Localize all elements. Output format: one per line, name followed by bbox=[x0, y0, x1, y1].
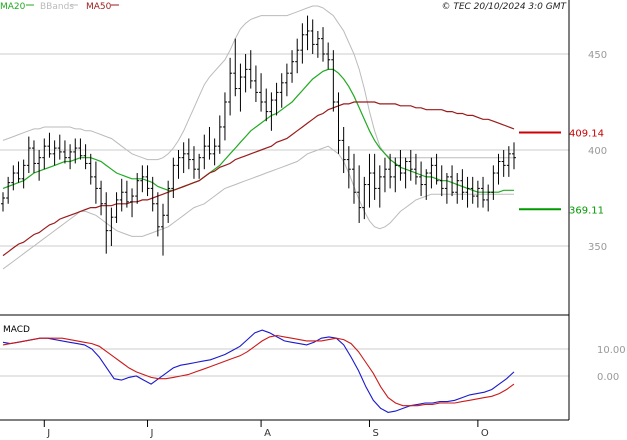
macd-tick-label: 0.00 bbox=[597, 372, 619, 383]
legend-ma50: MA50 bbox=[86, 2, 112, 12]
copyright-label: © TEC 20/10/2024 3:0 GMT bbox=[441, 2, 567, 12]
marker-label: 369.11 bbox=[569, 205, 604, 216]
price-tick-label: 450 bbox=[588, 50, 607, 61]
x-tick-label: J bbox=[150, 428, 154, 439]
legend-bbands: BBands bbox=[40, 2, 74, 12]
chart-background bbox=[0, 0, 627, 440]
macd-title: MACD bbox=[3, 325, 30, 335]
price-tick-label: 400 bbox=[588, 146, 607, 157]
x-tick-label: S bbox=[372, 428, 378, 439]
legend: MA20 BBands MA50 bbox=[0, 2, 119, 12]
price-tick-label: 350 bbox=[588, 242, 607, 253]
x-tick-label: O bbox=[481, 428, 489, 439]
x-tick-label: J bbox=[46, 428, 50, 439]
price-chart: 409.14 369.11 450 400 350 J J A S O 10.00 0.00 MA2… bbox=[0, 0, 627, 440]
marker-label: 409.14 bbox=[569, 128, 604, 139]
macd-tick-label: 10.00 bbox=[597, 345, 626, 356]
x-tick-label: A bbox=[264, 428, 271, 439]
legend-ma20: MA20 bbox=[0, 2, 26, 12]
